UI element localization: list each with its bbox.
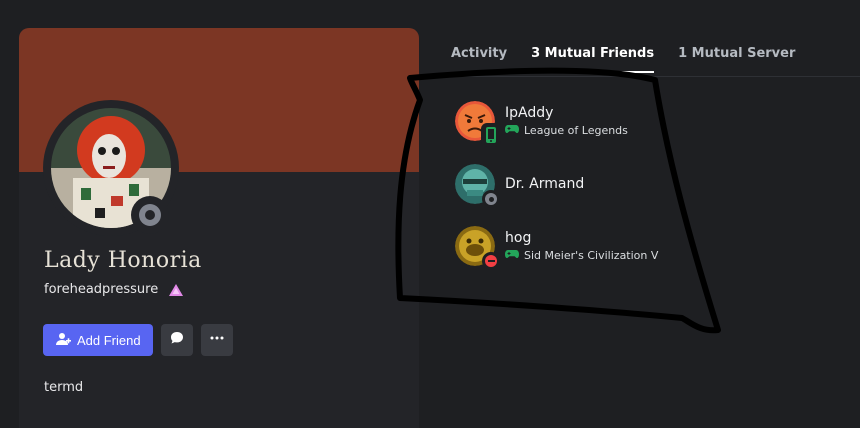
more-button[interactable] [200,324,233,356]
message-bubble-icon [169,330,185,350]
mobile-online-icon [481,123,501,147]
about-me-text: termd [44,380,84,395]
add-friend-button[interactable]: Add Friend [43,324,153,356]
mutual-friend-row[interactable]: Dr. Armand [455,164,585,208]
profile-tabs: Activity 3 Mutual Friends 1 Mutual Serve… [451,46,795,73]
message-button[interactable] [160,324,193,356]
do-not-disturb-icon [482,252,500,270]
friend-avatar [455,101,501,147]
offline-status-icon [482,190,500,208]
mutual-friend-row[interactable]: hog Sid Meier's Civilization V [455,226,658,270]
friend-activity: Sid Meier's Civilization V [505,249,658,262]
tab-activity[interactable]: Activity [451,46,507,71]
friend-name: Dr. Armand [505,176,585,192]
display-name: Lady Honoria [44,248,202,273]
tab-mutual-servers[interactable]: 1 Mutual Server [678,46,795,71]
profile-actions: Add Friend [43,324,233,356]
profile-modal: Lady Honoria foreheadpressure Add Friend… [0,0,860,428]
friend-avatar [455,164,500,208]
gamepad-icon [505,124,519,137]
username-row: foreheadpressure [44,282,184,297]
offline-status-icon [131,196,169,234]
gamepad-icon [505,249,519,262]
tabs-divider [440,76,860,77]
friend-name: hog [505,230,532,246]
nitro-triangle-icon[interactable] [168,283,184,297]
add-user-icon [55,331,71,350]
friend-activity: League of Legends [505,124,628,137]
friend-name: IpAddy [505,105,554,121]
username: foreheadpressure [44,282,159,297]
mutual-friend-row[interactable]: IpAddy League of Legends [455,101,628,147]
more-dots-icon [209,330,225,350]
add-friend-label: Add Friend [77,332,141,348]
friend-avatar [455,226,500,270]
tab-mutual-friends[interactable]: 3 Mutual Friends [531,46,655,73]
profile-card: Lady Honoria foreheadpressure Add Friend… [19,28,419,428]
